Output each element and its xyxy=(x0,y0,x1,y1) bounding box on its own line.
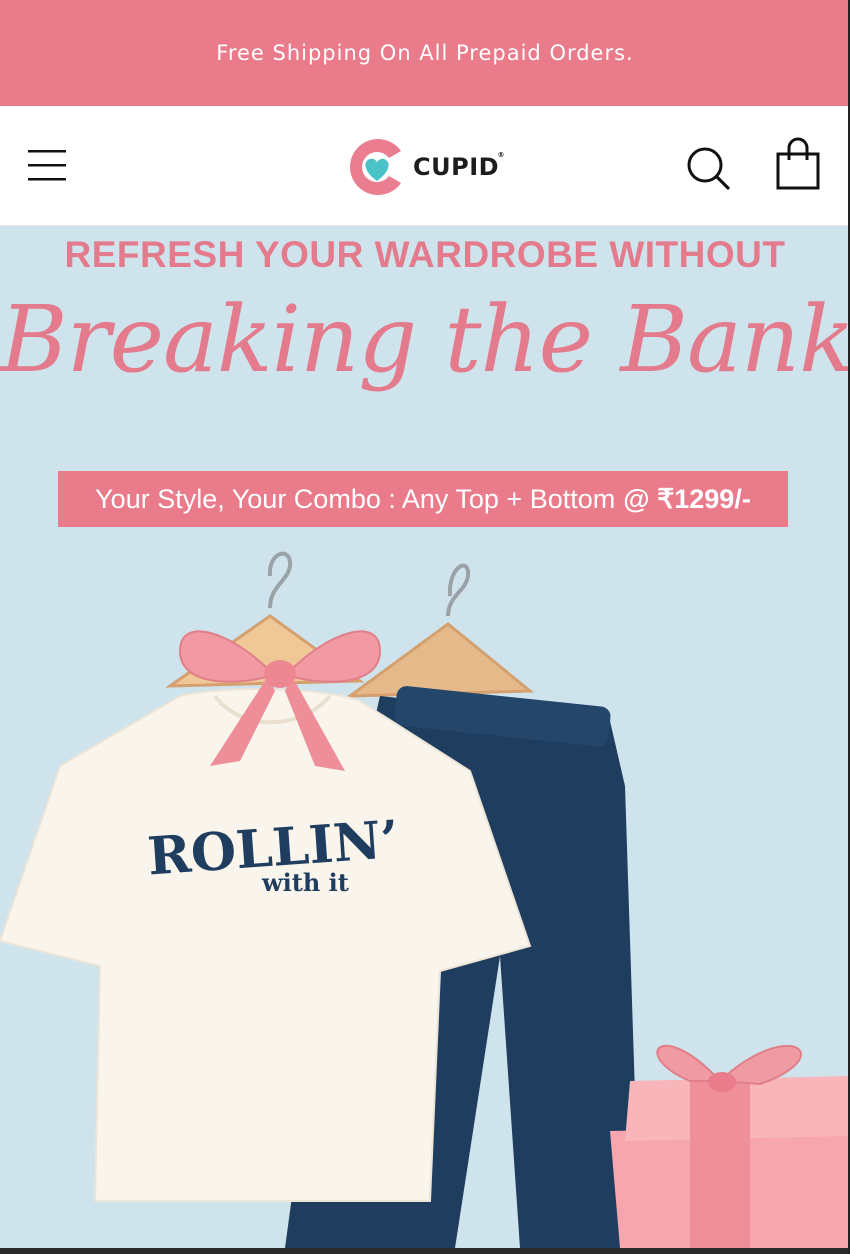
banner-headline: REFRESH YOUR WARDROBE WITHOUT xyxy=(64,234,786,275)
cupid-logo[interactable]: CUPID ® xyxy=(343,131,506,203)
registered-mark: ® xyxy=(497,151,506,159)
hero-banner[interactable]: REFRESH YOUR WARDROBE WITHOUT Breaking t… xyxy=(0,226,850,1248)
site-header: CUPID ® xyxy=(0,106,850,226)
banner-script-title: Breaking the Bank xyxy=(0,286,850,393)
logo-text: CUPID ® xyxy=(413,151,506,181)
combo-offer-bar: Your Style, Your Combo : Any Top + Botto… xyxy=(58,471,788,527)
combo-text: Your Style, Your Combo : Any Top + Botto… xyxy=(95,483,616,514)
tshirt-print-sub: with it xyxy=(261,868,349,897)
announcement-text: Free Shipping On All Prepaid Orders. xyxy=(216,41,634,65)
hamburger-menu-icon xyxy=(28,150,66,181)
logo-heart-mark xyxy=(350,139,401,195)
bottom-strip xyxy=(0,1248,850,1254)
announcement-bar: Free Shipping On All Prepaid Orders. xyxy=(0,0,850,106)
cart-button[interactable] xyxy=(774,136,822,192)
search-icon xyxy=(687,147,730,190)
product-illustration: ROLLIN’ with it xyxy=(0,551,850,1248)
shopping-bag-icon xyxy=(776,137,820,190)
combo-price: @ ₹1299/- xyxy=(623,483,751,514)
search-button[interactable] xyxy=(684,144,732,192)
menu-button[interactable] xyxy=(28,146,68,186)
gift-box-image xyxy=(610,1044,850,1248)
hanger-back xyxy=(345,563,535,698)
